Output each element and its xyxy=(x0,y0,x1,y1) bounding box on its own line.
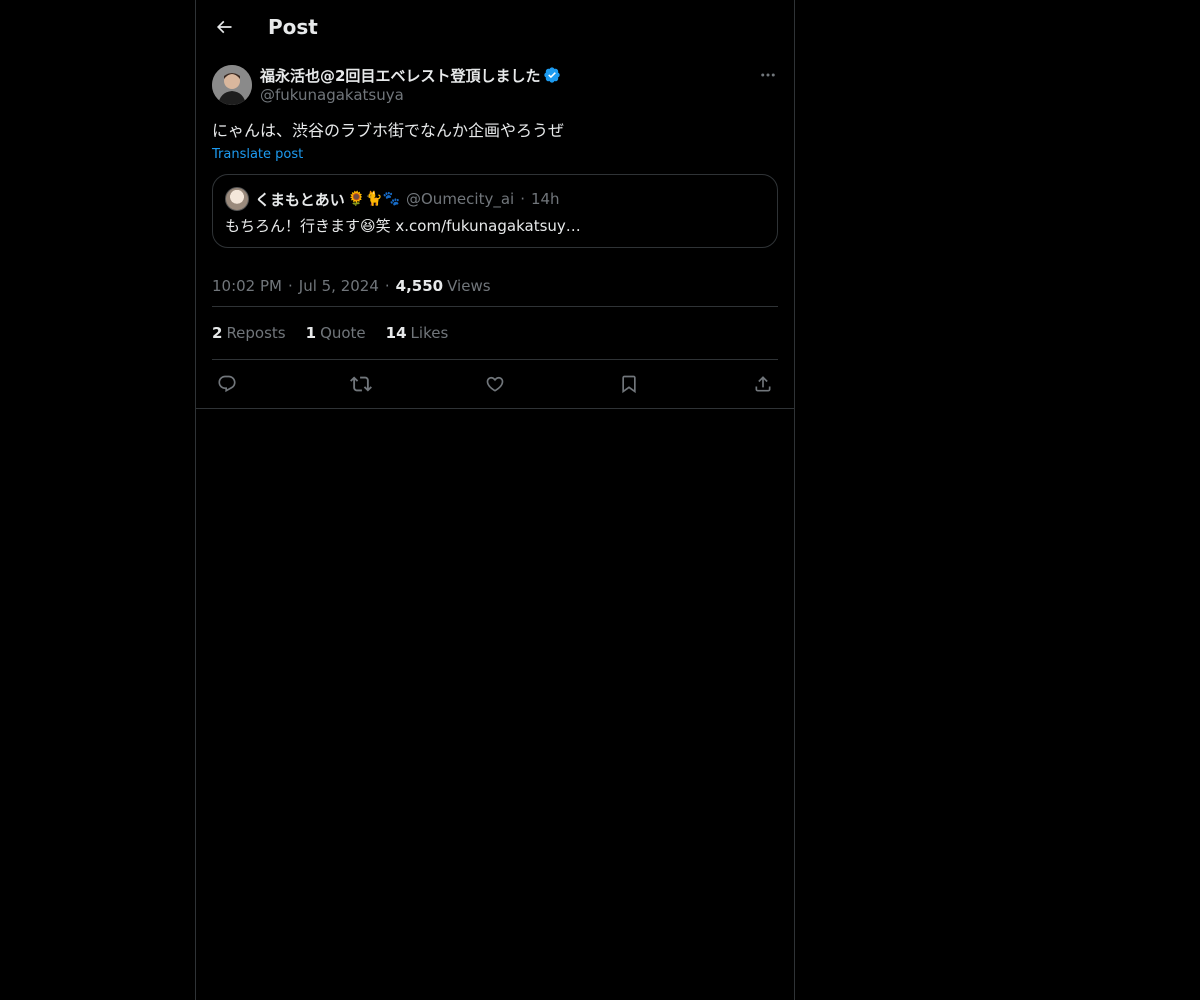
repost-button[interactable] xyxy=(350,373,372,395)
author-handle[interactable]: @fukunagakatsuya xyxy=(260,86,561,104)
share-button[interactable] xyxy=(752,373,774,395)
quoted-avatar xyxy=(225,187,249,211)
views-label: Views xyxy=(447,277,491,295)
share-icon xyxy=(755,376,771,392)
quoted-post-time: 14h xyxy=(530,190,560,208)
quotes-count: 1 xyxy=(305,324,317,342)
quotes-label: Quote xyxy=(320,324,366,342)
page-header: Post xyxy=(196,0,794,53)
like-icon xyxy=(486,376,504,392)
more-options-button[interactable] xyxy=(758,65,778,85)
reply-button[interactable] xyxy=(216,373,238,395)
separator-dot: · xyxy=(384,277,390,295)
action-bar xyxy=(212,360,778,408)
avatar[interactable] xyxy=(212,65,252,105)
post-date[interactable]: Jul 5, 2024 xyxy=(299,277,379,295)
quoted-author-name: くまもとあい xyxy=(255,190,345,209)
quoted-post-card[interactable]: くまもとあい 🌻🐈🐾 @Oumecity_ai · 14h もちろん！行きます😆… xyxy=(212,174,778,248)
author-name[interactable]: 福永活也@2回目エベレスト登頂しました xyxy=(260,65,540,86)
post: 福永活也@2回目エベレスト登頂しました @fukunagakatsuya にゃん… xyxy=(196,53,794,408)
bookmark-button[interactable] xyxy=(618,373,640,395)
separator-dot: · xyxy=(520,190,525,208)
quoted-post-text: もちろん！行きます😆笑 x.com/fukunagakatsuy… xyxy=(225,217,581,235)
back-button[interactable] xyxy=(212,15,236,39)
author-row: 福永活也@2回目エベレスト登頂しました @fukunagakatsuya xyxy=(212,65,778,105)
more-horizontal-icon xyxy=(761,73,775,77)
like-button[interactable] xyxy=(484,373,506,395)
quotes-stat[interactable]: 1 Quote xyxy=(306,324,366,342)
likes-count: 14 xyxy=(385,324,407,342)
post-text: にゃんは、渋谷のラブホ街でなんか企画やろうぜ xyxy=(212,121,565,140)
post-meta: 10:02 PM · Jul 5, 2024 · 4,550 Views xyxy=(212,266,778,306)
translate-post-link[interactable]: Translate post xyxy=(212,147,303,162)
bookmark-icon xyxy=(622,375,636,394)
author-meta: 福永活也@2回目エベレスト登頂しました @fukunagakatsuya xyxy=(260,65,561,104)
reposts-stat[interactable]: 2 Reposts xyxy=(212,324,286,342)
likes-label: Likes xyxy=(410,324,449,342)
post-column: Post 福永活也@2回目エベレスト登頂しました @fukunagakatsuy… xyxy=(195,0,795,1000)
reposts-count: 2 xyxy=(212,324,223,342)
verified-badge-icon xyxy=(543,66,561,84)
repost-icon xyxy=(350,376,372,392)
page-title: Post xyxy=(268,14,318,39)
quoted-author-emojis: 🌻🐈🐾 xyxy=(347,191,400,207)
quoted-post-header: くまもとあい 🌻🐈🐾 @Oumecity_ai · 14h xyxy=(225,187,765,211)
likes-stat[interactable]: 14 Likes xyxy=(386,324,449,342)
reposts-label: Reposts xyxy=(226,324,286,342)
reply-icon xyxy=(218,375,236,393)
divider xyxy=(196,408,794,409)
views-count: 4,550 xyxy=(395,277,444,295)
post-time[interactable]: 10:02 PM xyxy=(212,277,282,295)
separator-dot: · xyxy=(287,277,293,295)
arrow-left-icon xyxy=(216,20,232,33)
quoted-author-handle: @Oumecity_ai xyxy=(406,190,515,208)
engagement-stats: 2 Reposts 1 Quote 14 Likes xyxy=(212,307,778,359)
